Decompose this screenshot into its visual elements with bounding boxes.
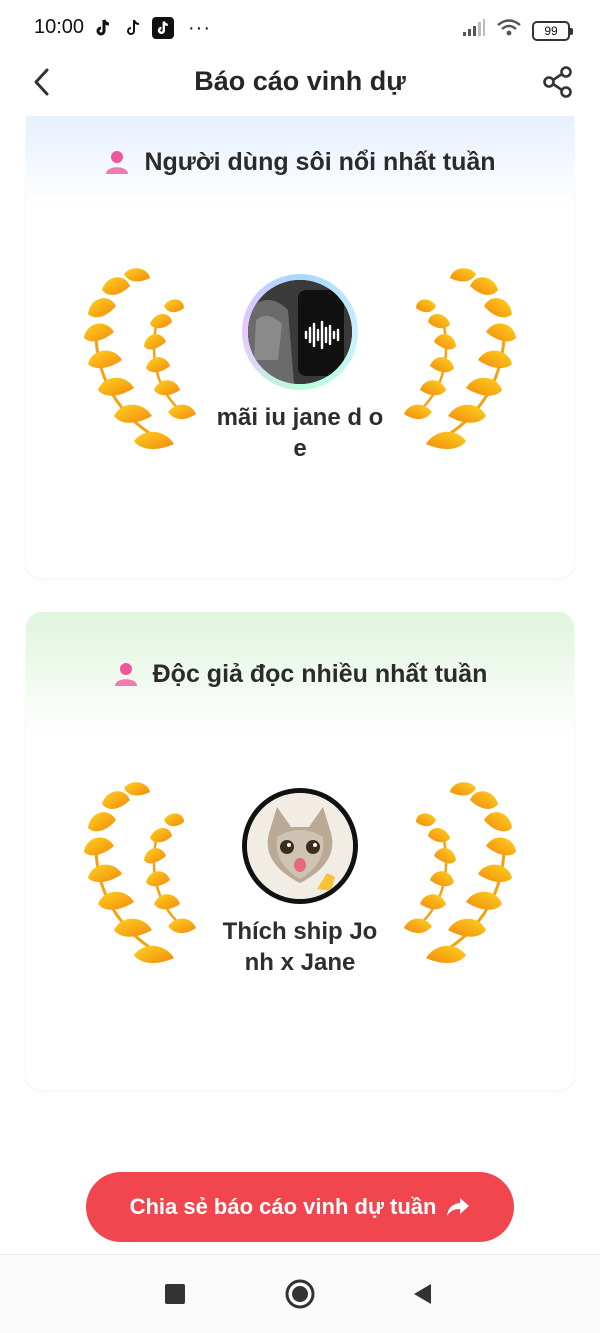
user-name[interactable]: Thích ship Jo nh x Jane	[216, 916, 384, 978]
card-heading: Người dùng sôi nổi nhất tuần	[26, 116, 574, 208]
honor-card-top-reader: Độc giả đọc nhiều nhất tuần Thích ship J…	[26, 612, 574, 1090]
status-notification-icons: ···	[92, 17, 211, 39]
page-title: Báo cáo vinh dự	[194, 66, 406, 96]
share-honor-report-button[interactable]: Chia sẻ báo cáo vinh dự tuần	[86, 1172, 514, 1242]
avatar[interactable]	[242, 274, 358, 390]
share-honor-report-label: Chia sẻ báo cáo vinh dự tuần	[129, 1194, 437, 1219]
laurel-left-icon	[82, 780, 198, 965]
card-heading-label: Người dùng sôi nổi nhất tuần	[144, 147, 496, 176]
laurel-right-icon	[402, 780, 518, 965]
status-bar: 10:00 ··· 99	[0, 0, 600, 56]
status-right: 99	[462, 18, 573, 43]
back-icon	[414, 1284, 431, 1304]
system-nav-bar	[0, 1254, 600, 1333]
app-header: Báo cáo vinh dự	[0, 56, 600, 108]
avatar-image	[247, 793, 353, 899]
home-icon	[285, 1279, 315, 1309]
user-name[interactable]: mãi iu jane d oe	[216, 402, 384, 464]
home-button[interactable]	[283, 1277, 317, 1311]
wifi-icon	[496, 18, 522, 43]
battery-icon: 99	[532, 20, 573, 41]
user-icon	[106, 151, 129, 174]
back-nav-button[interactable]	[405, 1277, 439, 1311]
avatar[interactable]	[242, 788, 358, 904]
card-heading: Độc giả đọc nhiều nhất tuần	[26, 612, 574, 736]
more-notifications-icon: ···	[188, 17, 211, 39]
status-time: 10:00	[34, 16, 85, 38]
avatar-image	[248, 280, 352, 384]
tiktok-icon	[122, 17, 144, 39]
tiktok-icon	[92, 17, 114, 39]
recent-apps-icon	[165, 1284, 185, 1304]
forward-arrow-icon	[447, 1198, 470, 1216]
share-icon	[543, 66, 572, 98]
share-button[interactable]	[538, 62, 578, 102]
laurel-left-icon	[82, 266, 198, 451]
honor-card-active-user: Người dùng sôi nổi nhất tuần mãi iu jane…	[26, 116, 574, 578]
user-icon	[114, 663, 137, 686]
tiktok-icon	[152, 17, 174, 39]
laurel-right-icon	[402, 266, 518, 451]
recent-apps-button[interactable]	[158, 1277, 192, 1311]
card-heading-label: Độc giả đọc nhiều nhất tuần	[152, 659, 488, 688]
signal-icon	[462, 19, 486, 42]
